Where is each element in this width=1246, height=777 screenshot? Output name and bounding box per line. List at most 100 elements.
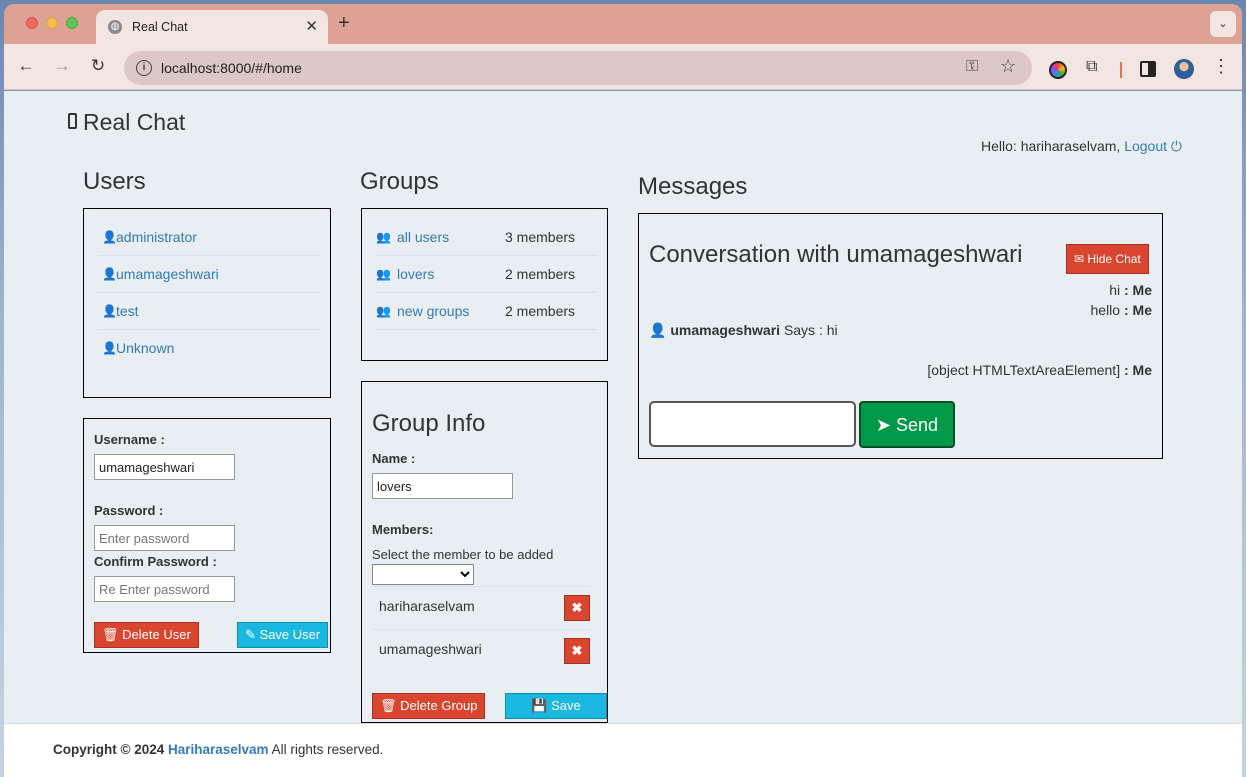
users-heading: Users bbox=[83, 168, 146, 195]
member-count: 3 members bbox=[505, 229, 576, 245]
user-link[interactable]: umamageshwari bbox=[116, 266, 219, 282]
members-label: Members: bbox=[372, 522, 434, 537]
close-window-button[interactable] bbox=[26, 17, 38, 29]
users-group-icon: 👥 bbox=[376, 267, 391, 281]
password-input[interactable] bbox=[94, 525, 235, 551]
send-button[interactable]: ➤ Send bbox=[859, 401, 955, 448]
users-group-icon: 👥 bbox=[376, 304, 391, 318]
member-count: 2 members bbox=[505, 266, 576, 282]
footer-text: Copyright © 2024 Hariharaselvam All righ… bbox=[53, 742, 383, 757]
message-text: [object HTMLTextAreaElement] bbox=[927, 362, 1121, 378]
group-item-lovers[interactable]: 👥 lovers 2 members bbox=[376, 256, 597, 293]
user-link[interactable]: administrator bbox=[116, 229, 197, 245]
message-text: Says : hi bbox=[783, 322, 838, 338]
site-info-icon[interactable]: i bbox=[136, 60, 152, 76]
extensions-puzzle-icon[interactable]: ⧉ bbox=[1086, 58, 1104, 76]
user-item-administrator[interactable]: 👤 administrator bbox=[98, 219, 320, 256]
address-bar[interactable]: i localhost:8000/#/home ⚿ ☆ bbox=[124, 51, 1032, 85]
user-form: Username : Password : Confirm Password :… bbox=[83, 418, 331, 653]
member-count: 2 members bbox=[505, 303, 576, 319]
messages-heading: Messages bbox=[638, 173, 748, 200]
floppy-disk-icon: 💾 bbox=[531, 698, 548, 713]
message-sender: Me bbox=[1132, 362, 1152, 378]
group-name-input[interactable] bbox=[372, 473, 513, 499]
user-item-test[interactable]: 👤 test bbox=[98, 293, 320, 330]
group-item-all-users[interactable]: 👥 all users 3 members bbox=[376, 219, 597, 256]
user-icon: 👤 bbox=[102, 230, 117, 244]
delete-user-button[interactable]: 🗑 Delete User bbox=[94, 622, 199, 648]
member-name: hariharaselvam bbox=[379, 598, 475, 614]
conversation-title: Conversation with umamageshwari bbox=[649, 241, 1023, 268]
forward-button[interactable]: → bbox=[51, 56, 73, 76]
user-item-umamageshwari[interactable]: 👤 umamageshwari bbox=[98, 256, 320, 293]
new-tab-button[interactable]: + bbox=[338, 12, 350, 35]
paper-plane-icon: ➤ bbox=[875, 415, 892, 435]
user-icon: 👤 bbox=[102, 341, 117, 355]
browser-menu-icon[interactable]: ⋮ bbox=[1212, 56, 1230, 77]
group-link[interactable]: lovers bbox=[397, 266, 434, 282]
password-key-icon[interactable]: ⚿ bbox=[966, 58, 978, 76]
users-group-icon: 👥 bbox=[376, 230, 391, 244]
pencil-icon: ✎ bbox=[245, 627, 256, 642]
tab-search-button[interactable]: ⌄ bbox=[1210, 11, 1236, 37]
hide-chat-button[interactable]: ✉ Hide Chat bbox=[1066, 244, 1149, 274]
trash-icon: 🗑 bbox=[102, 627, 119, 642]
color-extension-icon[interactable] bbox=[1049, 61, 1067, 79]
tab-title: Real Chat bbox=[132, 20, 188, 34]
user-link[interactable]: test bbox=[116, 303, 139, 319]
brand-title: Real Chat bbox=[83, 109, 186, 135]
browser-tab[interactable]: ◍ Real Chat ✕ bbox=[96, 10, 328, 44]
confirm-password-input[interactable] bbox=[94, 576, 235, 602]
message-text: hello bbox=[1090, 302, 1121, 318]
copyright-text: Copyright © 2024 bbox=[53, 742, 165, 757]
save-group-button[interactable]: 💾 Save Group bbox=[505, 693, 607, 737]
group-item-new-groups[interactable]: 👥 new groups 2 members bbox=[376, 293, 597, 330]
message-item: [object HTMLTextAreaElement] : Me bbox=[927, 362, 1152, 378]
member-select[interactable] bbox=[372, 564, 474, 585]
minimize-window-button[interactable] bbox=[46, 17, 58, 29]
toolbar-divider bbox=[1120, 62, 1122, 78]
message-item: hi : Me bbox=[1109, 282, 1152, 298]
message-sender: Me bbox=[1132, 302, 1152, 318]
message-separator: : bbox=[1120, 302, 1133, 318]
author-link[interactable]: Hariharaselvam bbox=[168, 742, 269, 757]
power-icon: ⏻ bbox=[1170, 138, 1182, 154]
reload-button[interactable]: ↻ bbox=[87, 56, 109, 76]
user-icon: 👤 bbox=[649, 322, 667, 338]
member-row-umamageshwari: umamageshwari ✖ bbox=[372, 629, 590, 673]
message-sender: Me bbox=[1132, 282, 1152, 298]
remove-member-button[interactable]: ✖ bbox=[564, 595, 590, 621]
save-user-button[interactable]: ✎ Save User bbox=[237, 622, 329, 648]
bookmark-star-icon[interactable]: ☆ bbox=[1000, 56, 1016, 77]
brand[interactable]: Real Chat bbox=[68, 109, 185, 136]
rights-text: All rights reserved. bbox=[271, 742, 384, 757]
user-greeting: Hello: hariharaselvam, Logout ⏻ bbox=[981, 138, 1182, 155]
group-info-heading: Group Info bbox=[372, 410, 486, 437]
users-list: 👤 administrator 👤 umamageshwari 👤 test 👤… bbox=[83, 208, 331, 398]
page-viewport: Real Chat Hello: hariharaselvam, Logout … bbox=[4, 91, 1242, 777]
username-input[interactable] bbox=[94, 454, 235, 480]
maximize-window-button[interactable] bbox=[66, 17, 78, 29]
chat-panel: Conversation with umamageshwari ✉ Hide C… bbox=[638, 213, 1163, 459]
delete-group-button[interactable]: 🗑 Delete Group bbox=[372, 693, 486, 719]
url-text[interactable]: localhost:8000/#/home bbox=[161, 60, 302, 76]
close-icon: ✖ bbox=[571, 600, 583, 615]
close-tab-icon[interactable]: ✕ bbox=[305, 17, 318, 35]
select-member-label: Select the member to be added bbox=[372, 547, 554, 562]
side-panel-icon[interactable] bbox=[1140, 61, 1156, 77]
message-separator: : bbox=[1120, 282, 1133, 298]
groups-heading: Groups bbox=[360, 168, 439, 195]
group-link[interactable]: new groups bbox=[397, 303, 469, 319]
message-input[interactable] bbox=[649, 401, 856, 447]
remove-member-button[interactable]: ✖ bbox=[564, 638, 590, 664]
member-name: umamageshwari bbox=[379, 641, 482, 657]
profile-avatar[interactable] bbox=[1174, 59, 1194, 79]
back-button[interactable]: ← bbox=[15, 56, 37, 76]
group-info-panel: Group Info Name : Members: Select the me… bbox=[361, 381, 608, 737]
user-link[interactable]: Unknown bbox=[116, 340, 174, 356]
message-sender: umamageshwari bbox=[670, 322, 781, 338]
logout-link[interactable]: Logout ⏻ bbox=[1124, 138, 1182, 154]
user-item-unknown[interactable]: 👤 Unknown bbox=[98, 330, 320, 367]
group-link[interactable]: all users bbox=[397, 229, 449, 245]
mobile-phone-icon bbox=[68, 113, 77, 129]
